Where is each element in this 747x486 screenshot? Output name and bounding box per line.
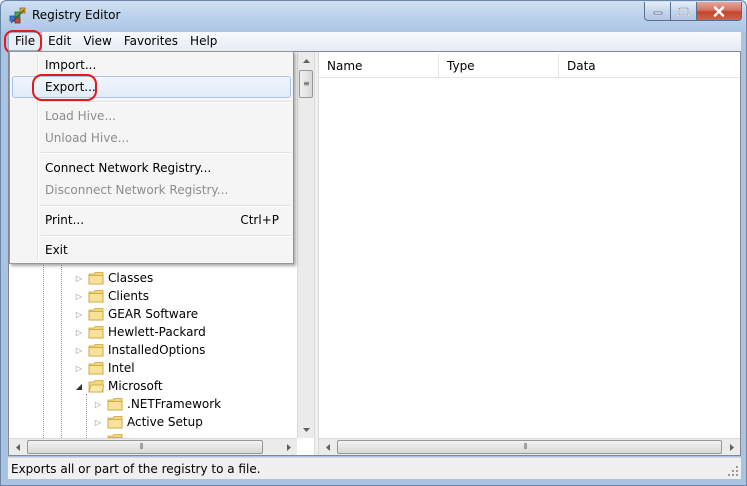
column-header-name[interactable]: Name (319, 54, 439, 78)
scroll-right-arrow-icon[interactable] (280, 439, 297, 456)
values-list-pane[interactable]: Name Type Data ⦀ (319, 52, 740, 455)
menu-item-disconnect-network-registry: Disconnect Network Registry... (45, 183, 229, 197)
window-title: Registry Editor (32, 8, 121, 22)
folder-icon (88, 290, 104, 303)
minimize-button[interactable] (644, 2, 671, 21)
folder-icon (88, 344, 104, 357)
expand-arrow-icon[interactable]: ▷ (73, 323, 85, 341)
scroll-left-arrow-icon[interactable] (319, 439, 336, 456)
tree-node-label: Classes (108, 271, 154, 285)
status-text: Exports all or part of the registry to a… (11, 462, 261, 476)
values-horizontal-scrollbar[interactable]: ⦀ (319, 438, 740, 455)
close-button[interactable] (697, 2, 742, 21)
status-bar: Exports all or part of the registry to a… (8, 457, 741, 479)
tree-node-active-setup[interactable]: ▷ Active Setup (92, 413, 203, 431)
tree-node-microsoft[interactable]: ◢ Microsoft (73, 377, 163, 395)
column-header-data[interactable]: Data (559, 54, 740, 78)
tree-node-netframework[interactable]: ▷ .NETFramework (92, 395, 221, 413)
title-bar[interactable]: Registry Editor (1, 1, 746, 32)
open-folder-icon (88, 380, 104, 393)
tree-vertical-scroll-thumb[interactable]: ≡ (299, 70, 313, 98)
tree-connector (86, 394, 87, 438)
expand-arrow-icon[interactable]: ▷ (92, 395, 104, 413)
tree-vertical-scrollbar[interactable]: ≡ (297, 52, 314, 438)
folder-icon (88, 308, 104, 321)
menu-help[interactable]: Help (184, 32, 223, 51)
scroll-right-arrow-icon[interactable] (723, 439, 740, 456)
expand-arrow-icon[interactable]: ▷ (73, 287, 85, 305)
tree-node-intel[interactable]: ▷ Intel (73, 359, 135, 377)
menu-item-import[interactable]: Import... (12, 54, 291, 76)
menu-item-load-hive: Load Hive... (45, 109, 116, 123)
tree-node-label: .NETFramework (127, 397, 222, 411)
scroll-grip-icon: ≡ (303, 79, 310, 88)
tree-node-label: Intel (108, 361, 135, 375)
expand-arrow-icon: ▷ (92, 431, 104, 439)
menu-item-shortcut: Ctrl+P (240, 213, 279, 227)
tree-node-label: Clients (108, 289, 149, 303)
folder-icon (88, 272, 104, 285)
close-icon (713, 5, 725, 17)
scroll-grip-icon: ⦀ (524, 442, 528, 451)
export-highlight-annotation (32, 74, 97, 101)
scroll-up-arrow-icon[interactable] (298, 52, 315, 69)
expand-arrow-icon[interactable]: ▷ (73, 359, 85, 377)
menu-item-connect-network-registry[interactable]: Connect Network Registry... (12, 157, 291, 179)
menu-bar: File Edit View Favorites Help (8, 32, 741, 51)
resize-grip-icon[interactable] (727, 465, 739, 477)
tree-node-label: Active Setup (127, 415, 203, 429)
menu-view[interactable]: View (77, 32, 117, 51)
menu-item-label: Print... (45, 213, 85, 227)
values-list-header: Name Type Data (319, 54, 740, 78)
tree-node-partial: ▷ (92, 431, 127, 438)
tree-node-installedoptions[interactable]: ▷ InstalledOptions (73, 341, 206, 359)
tree-node-label: Hewlett-Packard (108, 325, 206, 339)
menu-separator (41, 205, 290, 207)
menu-edit[interactable]: Edit (42, 32, 77, 51)
tree-horizontal-scrollbar[interactable]: ⦀ (9, 438, 297, 455)
menu-separator (41, 235, 290, 237)
tree-node-label: GEAR Software (108, 307, 199, 321)
tree-node-clients[interactable]: ▷ Clients (73, 287, 149, 305)
tree-node-label: Microsoft (108, 379, 163, 393)
folder-icon (107, 398, 123, 411)
menu-separator (41, 152, 290, 154)
expand-arrow-icon[interactable]: ▷ (92, 413, 104, 431)
folder-icon (107, 416, 123, 429)
menu-item-exit[interactable]: Exit (12, 239, 291, 261)
column-header-type[interactable]: Type (439, 54, 559, 78)
tree-node-label: InstalledOptions (108, 343, 206, 357)
collapse-arrow-icon[interactable]: ◢ (73, 377, 85, 395)
scroll-grip-icon: ⦀ (140, 442, 144, 451)
folder-icon (88, 362, 104, 375)
scroll-left-arrow-icon[interactable] (9, 439, 26, 456)
registry-editor-icon (9, 7, 26, 24)
expand-arrow-icon[interactable]: ▷ (73, 269, 85, 287)
menu-item-print[interactable]: Print... Ctrl+P (12, 209, 291, 231)
tree-horizontal-scroll-thumb[interactable]: ⦀ (27, 440, 263, 454)
expand-arrow-icon[interactable]: ▷ (73, 341, 85, 359)
minimize-icon (653, 11, 662, 15)
maximize-button[interactable] (671, 2, 697, 21)
menu-item-unload-hive: Unload Hive... (45, 131, 130, 145)
maximize-icon (678, 6, 689, 16)
menu-favorites[interactable]: Favorites (118, 32, 184, 51)
registry-editor-window: Registry Editor File Edit View Favorites… (0, 0, 747, 486)
expand-arrow-icon[interactable]: ▷ (73, 305, 85, 323)
folder-icon (88, 326, 104, 339)
tree-node-hewlett-packard[interactable]: ▷ Hewlett-Packard (73, 323, 206, 341)
values-horizontal-scroll-thumb[interactable]: ⦀ (337, 440, 722, 454)
tree-node-gear-software[interactable]: ▷ GEAR Software (73, 305, 198, 323)
caption-buttons (644, 2, 742, 21)
menu-separator (41, 101, 290, 103)
scroll-down-arrow-icon[interactable] (298, 421, 315, 438)
tree-node-classes[interactable]: ▷ Classes (73, 269, 153, 287)
